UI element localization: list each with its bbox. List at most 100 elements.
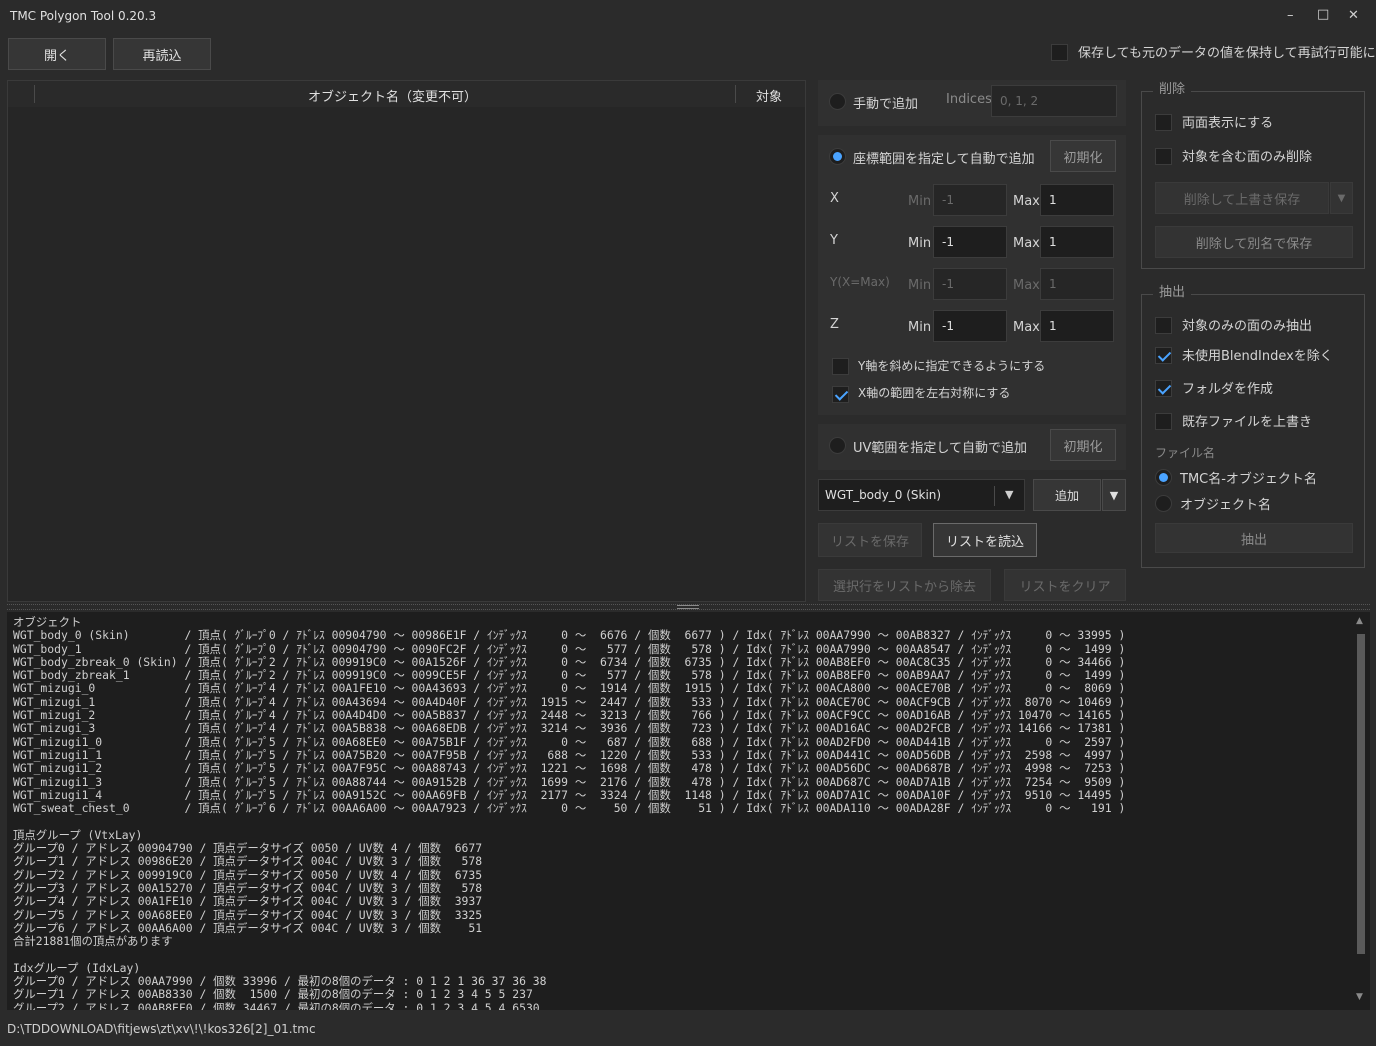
keep-original-checkbox[interactable] (1051, 44, 1068, 61)
make-folder-label: フォルダを作成 (1182, 382, 1274, 397)
log-line: 頂点グループ (VtxLay) (13, 827, 143, 842)
filename-object-radio[interactable] (1155, 495, 1172, 512)
x-max-input[interactable]: 1 (1040, 184, 1114, 216)
remove-selected-button[interactable]: 選択行をリストから除去 (818, 569, 991, 601)
delete-faces-label: 対象を含む面のみ削除 (1182, 150, 1313, 165)
overwrite-existing-label: 既存ファイルを上書き (1182, 415, 1313, 430)
delete-overwrite-button[interactable]: 削除して上書き保存 (1155, 182, 1329, 214)
double-side-label: 両面表示にする (1182, 116, 1274, 131)
reload-button[interactable]: 再読込 (113, 38, 211, 70)
header-divider (735, 85, 736, 103)
load-list-button[interactable]: リストを読込 (933, 523, 1037, 557)
select-divider (994, 486, 995, 506)
z-min-label: Min (908, 320, 932, 335)
uv-reset-button[interactable]: 初期化 (1050, 429, 1116, 461)
coord-reset-button[interactable]: 初期化 (1050, 140, 1116, 172)
yx-max-input[interactable]: 1 (1040, 268, 1114, 300)
log-line: WGT_mizugi1_2 / 頂点( ｸﾞﾙｰﾌﾟ5 / ｱﾄﾞﾚｽ 00A7… (13, 761, 1126, 776)
x-symmetric-label: X軸の範囲を左右対称にする (858, 386, 1011, 400)
log-line: グループ2 / アドレス 009919C0 / 頂点データサイズ 0050 / … (13, 867, 483, 882)
object-select[interactable]: WGT_body_0 (Skin) ▼ (818, 479, 1025, 511)
chevron-down-icon: ▼ (1337, 192, 1346, 204)
double-side-checkbox[interactable] (1155, 114, 1172, 131)
log-line: WGT_mizugi1_1 / 頂点( ｸﾞﾙｰﾌﾟ5 / ｱﾄﾞﾚｽ 00A7… (13, 747, 1126, 762)
log-line: オブジェクト (13, 615, 82, 629)
coord-radio[interactable] (829, 148, 846, 165)
axis-z-label: Z (830, 317, 839, 332)
filename-object-label: オブジェクト名 (1180, 498, 1272, 513)
exclude-unused-checkbox[interactable] (1155, 347, 1172, 364)
column-target[interactable]: 対象 (756, 86, 782, 105)
indices-input[interactable]: 0, 1, 2 (991, 85, 1117, 117)
filename-tmc-object-radio[interactable] (1155, 469, 1172, 486)
log-line: WGT_body_zbreak_0 (Skin) / 頂点( ｸﾞﾙｰﾌﾟ2 /… (13, 654, 1126, 669)
log-line: WGT_mizugi1_3 / 頂点( ｸﾞﾙｰﾌﾟ5 / ｱﾄﾞﾚｽ 00A8… (13, 774, 1126, 789)
delete-overwrite-dropdown[interactable]: ▼ (1330, 182, 1353, 214)
log-line: WGT_mizugi1_4 / 頂点( ｸﾞﾙｰﾌﾟ5 / ｱﾄﾞﾚｽ 00A9… (13, 787, 1126, 802)
title-bar: TMC Polygon Tool 0.20.3 – □ ✕ (0, 0, 1376, 34)
log-line: グループ0 / アドレス 00904790 / 頂点データサイズ 0050 / … (13, 841, 483, 856)
exclude-unused-label: 未使用BlendIndexを除く (1182, 349, 1333, 364)
column-object-name[interactable]: オブジェクト名（変更不可） (308, 86, 477, 105)
y-max-input[interactable]: 1 (1040, 226, 1114, 258)
scroll-up-icon[interactable]: ▲ (1356, 616, 1363, 626)
minimize-icon[interactable]: – (1287, 8, 1294, 23)
x-symmetric-checkbox[interactable] (832, 386, 849, 403)
y-min-input[interactable]: -1 (933, 226, 1007, 258)
make-folder-checkbox[interactable] (1155, 380, 1172, 397)
filename-label: ファイル名 (1155, 446, 1216, 460)
delete-save-as-button[interactable]: 削除して別名で保存 (1155, 226, 1353, 258)
z-max-label: Max (1013, 320, 1040, 335)
extract-only-target-checkbox[interactable] (1155, 317, 1172, 334)
status-path: D:\TDDOWNLOAD\fitjews\zt\xv\!\!kos326[2]… (7, 1022, 316, 1036)
diagonal-y-checkbox[interactable] (832, 358, 849, 375)
manual-panel: 手動で追加 Indices 0, 1, 2 (818, 80, 1126, 126)
log-line: WGT_mizugi_1 / 頂点( ｸﾞﾙｰﾌﾟ4 / ｱﾄﾞﾚｽ 00A43… (13, 694, 1126, 709)
extract-only-target-label: 対象のみの面のみ抽出 (1182, 319, 1313, 334)
overwrite-existing-checkbox[interactable] (1155, 413, 1172, 430)
axis-y-label: Y (830, 233, 838, 248)
log-line: WGT_mizugi_0 / 頂点( ｸﾞﾙｰﾌﾟ4 / ｱﾄﾞﾚｽ 00A1F… (13, 681, 1126, 696)
log-line: グループ3 / アドレス 00A15270 / 頂点データサイズ 004C / … (13, 880, 483, 895)
log-line: グループ4 / アドレス 00A1FE10 / 頂点データサイズ 004C / … (13, 894, 483, 909)
delete-faces-checkbox[interactable] (1155, 148, 1172, 165)
add-button[interactable]: 追加 (1033, 479, 1101, 511)
log-line: グループ1 / アドレス 00AB8330 / 個数 1500 / 最初の8個の… (13, 987, 533, 1002)
clear-list-button[interactable]: リストをクリア (1004, 569, 1126, 601)
z-min-input[interactable]: -1 (933, 310, 1007, 342)
log-line: グループ2 / アドレス 00AB8EF0 / 個数 34467 / 最初の8個… (13, 1000, 540, 1010)
indices-label: Indices (946, 92, 992, 107)
uv-radio[interactable] (829, 437, 846, 454)
log-line: WGT_mizugi_2 / 頂点( ｸﾞﾙｰﾌﾟ4 / ｱﾄﾞﾚｽ 00A4D… (13, 708, 1126, 723)
coord-label: 座標範囲を指定して自動で追加 (853, 152, 1035, 167)
table-header: オブジェクト名（変更不可） 対象 (8, 81, 805, 107)
window-title: TMC Polygon Tool 0.20.3 (10, 9, 157, 23)
open-button[interactable]: 開く (8, 38, 106, 70)
delete-group-title: 削除 (1153, 78, 1192, 97)
x-min-input[interactable]: -1 (933, 184, 1007, 216)
manual-radio[interactable] (829, 93, 846, 110)
log-line: Idxグループ (IdxLay) (13, 960, 141, 975)
yx-max-label: Max (1013, 278, 1040, 293)
log-output[interactable]: オブジェクト WGT_body_0 (Skin) / 頂点( ｸﾞﾙｰﾌﾟ0 / … (7, 612, 1352, 1010)
log-line: グループ1 / アドレス 00986E20 / 頂点データサイズ 004C / … (13, 854, 483, 869)
keep-original-label: 保存しても元のデータの値を保持して再試行可能にする (1078, 46, 1376, 61)
log-line: WGT_body_0 (Skin) / 頂点( ｸﾞﾙｰﾌﾟ0 / ｱﾄﾞﾚｽ … (13, 628, 1126, 643)
extract-button[interactable]: 抽出 (1155, 523, 1353, 553)
save-list-button[interactable]: リストを保存 (818, 523, 922, 557)
chevron-down-icon: ▼ (1109, 488, 1119, 502)
y-min-label: Min (908, 236, 932, 251)
maximize-icon[interactable]: □ (1317, 7, 1329, 22)
z-max-input[interactable]: 1 (1040, 310, 1114, 342)
close-icon[interactable]: ✕ (1348, 8, 1359, 23)
log-scrollbar[interactable]: ▲ ▼ (1352, 612, 1370, 1010)
log-line: グループ5 / アドレス 00A68EE0 / 頂点データサイズ 004C / … (13, 907, 483, 922)
scroll-thumb[interactable] (1357, 634, 1365, 954)
object-table[interactable]: オブジェクト名（変更不可） 対象 (7, 80, 806, 602)
yx-min-input[interactable]: -1 (933, 268, 1007, 300)
log-line: 合計21881個の頂点があります (13, 934, 173, 949)
scroll-down-icon[interactable]: ▼ (1356, 992, 1363, 1002)
add-dropdown-button[interactable]: ▼ (1102, 479, 1126, 511)
